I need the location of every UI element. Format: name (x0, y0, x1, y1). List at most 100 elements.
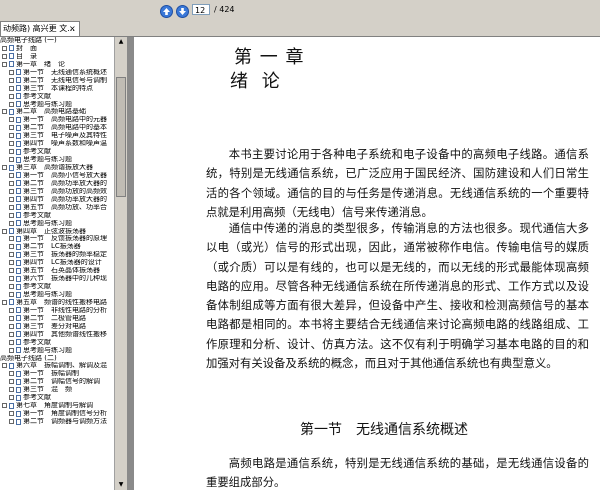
scroll-down-icon[interactable]: ▼ (116, 480, 126, 490)
expand-toggle-icon[interactable] (9, 69, 14, 75)
bookmark-item[interactable]: 第七章 角度调制与解调 (0, 402, 114, 410)
bookmark-item[interactable]: 第二节 调幅信号的解调 (0, 378, 114, 386)
bookmark-item[interactable]: 第三节 振荡器的频率稳定 (0, 251, 114, 259)
bookmark-item[interactable]: 第一章 绪 论 (0, 61, 114, 69)
bookmark-item[interactable]: 第一节 无线通信系统概述 (0, 69, 114, 77)
panel-divider[interactable] (127, 37, 134, 490)
bookmark-item[interactable]: 第四节 噪声系数和噪声温 (0, 140, 114, 148)
bookmark-item[interactable]: 第二节 LC振荡器 (0, 243, 114, 251)
bookmark-item[interactable]: 第二节 调频器与调频方法 (0, 418, 114, 426)
expand-toggle-icon[interactable] (9, 93, 14, 99)
bookmark-item[interactable]: 第二章 高频电路基础 (0, 108, 114, 116)
expand-toggle-icon[interactable] (2, 109, 7, 115)
expand-toggle-icon[interactable] (9, 387, 14, 393)
previous-page-icon[interactable] (160, 3, 173, 18)
bookmark-item[interactable]: 参考文献 (0, 93, 114, 101)
expand-toggle-icon[interactable] (9, 347, 14, 353)
expand-toggle-icon[interactable] (2, 53, 7, 59)
bookmark-item[interactable]: 第三节 混 频 (0, 386, 114, 394)
expand-toggle-icon[interactable] (9, 307, 14, 313)
expand-toggle-icon[interactable] (9, 292, 14, 297)
bookmark-item[interactable]: 第五章 频谱的线性搬移电路 (0, 299, 114, 307)
bookmark-item[interactable]: 第一节 振幅调制 (0, 370, 114, 378)
expand-toggle-icon[interactable] (9, 260, 14, 266)
page-number-input[interactable]: 12 (192, 4, 210, 15)
expand-toggle-icon[interactable] (9, 419, 14, 424)
bookmark-item[interactable]: 思考题与练习题 (0, 101, 114, 109)
bookmark-item[interactable]: 参考文献 (0, 212, 114, 220)
expand-toggle-icon[interactable] (9, 133, 14, 139)
bookmarks-scrollbar[interactable]: ▲ ▼ (114, 37, 127, 490)
bookmark-item[interactable]: 第二节 无线电信号与调制 (0, 77, 114, 85)
expand-toggle-icon[interactable] (9, 284, 14, 290)
scroll-up-icon[interactable]: ▲ (116, 37, 126, 47)
bookmark-item[interactable]: 第一节 非线性电路的分析 (0, 307, 114, 315)
bookmark-item[interactable]: 封 面 (0, 45, 114, 53)
expand-toggle-icon[interactable] (2, 61, 7, 67)
expand-toggle-icon[interactable] (9, 180, 14, 186)
expand-toggle-icon[interactable] (9, 236, 14, 242)
expand-toggle-icon[interactable] (9, 125, 14, 131)
expand-toggle-icon[interactable] (9, 411, 14, 417)
bookmark-item[interactable]: 第六节 振荡器中的几种现 (0, 275, 114, 283)
bookmark-item[interactable]: 参考文献 (0, 283, 114, 291)
expand-toggle-icon[interactable] (9, 379, 14, 385)
expand-toggle-icon[interactable] (9, 141, 14, 147)
bookmark-item[interactable]: 第三章 高频谐振放大器 (0, 164, 114, 172)
expand-toggle-icon[interactable] (9, 252, 14, 258)
expand-toggle-icon[interactable] (2, 403, 7, 409)
bookmark-item[interactable]: 第三节 高频功放的高频效 (0, 188, 114, 196)
bookmark-item[interactable]: 第一节 高频电路中的元器 (0, 116, 114, 124)
bookmark-item[interactable]: 第五节 高频功放、功率合 (0, 204, 114, 212)
close-icon[interactable]: × (69, 22, 77, 36)
expand-toggle-icon[interactable] (2, 45, 7, 51)
bookmark-item[interactable]: 高频电子线路 (一) (0, 37, 114, 45)
expand-toggle-icon[interactable] (9, 220, 14, 226)
bookmark-item[interactable]: 思考题与练习题 (0, 347, 114, 355)
bookmark-item[interactable]: 思考题与练习题 (0, 291, 114, 299)
expand-toggle-icon[interactable] (2, 228, 7, 234)
bookmark-item[interactable]: 第四节 高频功率放大器的 (0, 196, 114, 204)
bookmark-item[interactable]: 第二节 高频电路中的基本 (0, 124, 114, 132)
bookmark-item[interactable]: 参考文献 (0, 394, 114, 402)
expand-toggle-icon[interactable] (9, 204, 14, 210)
expand-toggle-icon[interactable] (9, 77, 14, 83)
expand-toggle-icon[interactable] (2, 165, 7, 170)
bookmark-item[interactable]: 第一节 高频小信号放大器 (0, 172, 114, 180)
expand-toggle-icon[interactable] (2, 363, 7, 369)
expand-toggle-icon[interactable] (9, 149, 14, 155)
bookmark-item[interactable]: 参考文献 (0, 148, 114, 156)
bookmark-item[interactable]: 第四章 正弦波振荡器 (0, 228, 114, 236)
expand-toggle-icon[interactable] (9, 212, 14, 218)
bookmark-item[interactable]: 第四节 LC振荡器的设计 (0, 259, 114, 267)
expand-toggle-icon[interactable] (9, 339, 14, 345)
next-page-icon[interactable] (176, 3, 189, 18)
expand-toggle-icon[interactable] (9, 395, 14, 401)
tab-document[interactable]: 动频路) 高兴更 文... × (0, 21, 80, 36)
bookmark-item[interactable]: 第四节 其他频谱线性搬移 (0, 331, 114, 339)
expand-toggle-icon[interactable] (9, 188, 14, 194)
expand-toggle-icon[interactable] (9, 371, 14, 377)
expand-toggle-icon[interactable] (9, 268, 14, 274)
bookmark-item[interactable]: 思考题与练习题 (0, 156, 114, 164)
bookmark-item[interactable]: 第六章 振幅调制、解调及混 (0, 362, 114, 370)
expand-toggle-icon[interactable] (9, 315, 14, 321)
bookmark-item[interactable]: 第一节 反馈振荡器的原理 (0, 235, 114, 243)
bookmark-item[interactable]: 第二节 高频功率放大器的 (0, 180, 114, 188)
bookmark-item[interactable]: 第三节 差分对电路 (0, 323, 114, 331)
expand-toggle-icon[interactable] (9, 331, 14, 337)
bookmark-item[interactable]: 第一节 角度调制信号分析 (0, 410, 114, 418)
bookmark-item[interactable]: 第三节 电子噪声及其特性 (0, 132, 114, 140)
expand-toggle-icon[interactable] (9, 157, 14, 163)
bookmark-item[interactable]: 第二节 二极管电路 (0, 315, 114, 323)
bookmark-item[interactable]: 第三节 本课程的特点 (0, 85, 114, 93)
expand-toggle-icon[interactable] (9, 196, 14, 202)
expand-toggle-icon[interactable] (9, 276, 14, 282)
expand-toggle-icon[interactable] (9, 117, 14, 123)
bookmark-item[interactable]: 目 录 (0, 53, 114, 61)
bookmark-item[interactable]: 高频电子线路 (二) (0, 355, 114, 363)
bookmark-item[interactable]: 第五节 石英晶体振荡器 (0, 267, 114, 275)
bookmark-item[interactable]: 参考文献 (0, 339, 114, 347)
expand-toggle-icon[interactable] (9, 172, 14, 178)
bookmark-item[interactable]: 思考题与练习题 (0, 220, 114, 228)
